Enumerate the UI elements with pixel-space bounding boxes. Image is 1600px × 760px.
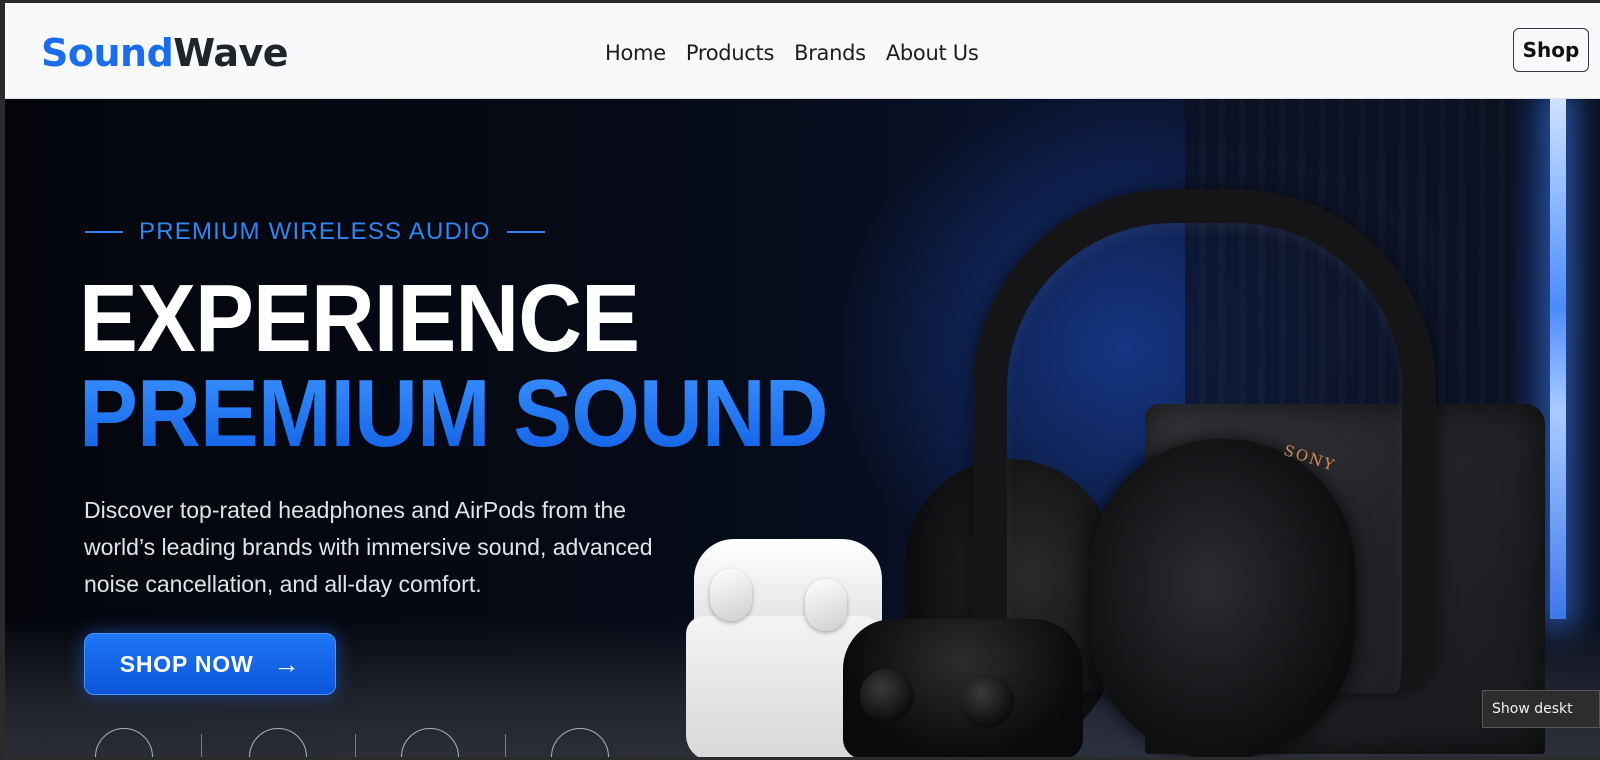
arrow-right-icon: → xyxy=(273,648,301,679)
eyebrow-line-left xyxy=(85,231,123,233)
browser-window: SoundWave Home Products Brands About Us … xyxy=(5,3,1600,757)
nav-links: Home Products Brands About Us xyxy=(605,38,989,68)
feature-divider xyxy=(355,734,356,757)
feature-icons-row xyxy=(95,724,615,757)
headphone-earcup-right xyxy=(1090,439,1355,757)
hero-description: Discover top-rated headphones and AirPod… xyxy=(84,497,653,597)
earbud-left xyxy=(860,669,914,723)
eyebrow-line-right xyxy=(506,231,545,233)
brand-logo-part2: Wave xyxy=(173,31,289,75)
nav-link-products[interactable]: Products xyxy=(676,38,784,68)
shop-now-label: SHOP NOW xyxy=(119,650,254,677)
neon-light-strip xyxy=(1550,99,1566,619)
airpod-left xyxy=(710,569,752,621)
hero-headline-line1: EXPERIENCE xyxy=(79,265,640,372)
brand-logo-part1: Sound xyxy=(41,31,174,75)
feature-circle-icon xyxy=(95,728,153,757)
nav-link-home[interactable]: Home xyxy=(605,38,676,68)
nav-link-brands[interactable]: Brands xyxy=(784,38,876,68)
earbud-right xyxy=(960,674,1014,728)
hero-eyebrow: PREMIUM WIRELESS AUDIO xyxy=(85,217,545,247)
feature-circle-icon xyxy=(401,728,459,757)
airpod-right xyxy=(805,579,847,631)
hero-headline-line2: PREMIUM SOUND xyxy=(79,360,829,467)
feature-divider xyxy=(201,734,202,757)
navbar: SoundWave Home Products Brands About Us … xyxy=(5,3,1600,99)
feature-circle-icon xyxy=(551,728,609,757)
show-desktop-tooltip: Show deskt xyxy=(1482,690,1600,728)
shop-button[interactable]: Shop xyxy=(1513,28,1589,72)
feature-divider xyxy=(505,734,506,757)
hero-banner: SONY PREMIUM WIRELESS AUDIO EXPERIENCE P… xyxy=(5,99,1600,757)
eyebrow-text: PREMIUM WIRELESS AUDIO xyxy=(139,218,491,245)
feature-circle-icon xyxy=(249,728,307,757)
nav-link-about-us[interactable]: About Us xyxy=(876,38,989,68)
shop-now-button[interactable]: SHOP NOW → xyxy=(84,633,336,695)
brand-logo[interactable]: SoundWave xyxy=(41,30,289,76)
